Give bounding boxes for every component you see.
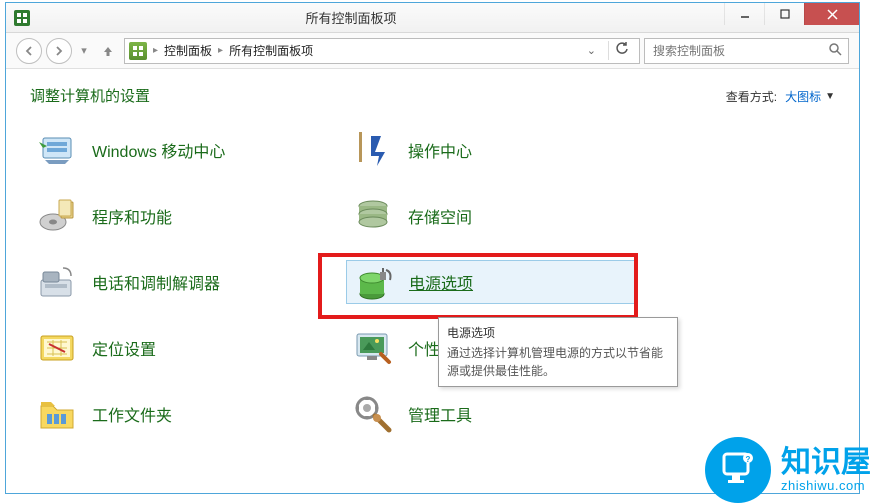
admin-tools-icon [352, 393, 394, 435]
window-buttons [724, 3, 859, 32]
page-heading: 调整计算机的设置 [30, 85, 150, 106]
history-dropdown[interactable]: ▾ [76, 44, 92, 57]
address-dropdown[interactable]: ⌄ [581, 44, 602, 57]
watermark: ? 知识屋 zhishiwu.com [705, 437, 871, 503]
svg-text:?: ? [746, 455, 751, 464]
search-icon[interactable] [828, 42, 842, 59]
content-area: 调整计算机的设置 查看方式: 大图标 ▼ Windows 移动中心 [6, 69, 859, 493]
personalization-icon [352, 327, 394, 369]
item-label: 程序和功能 [92, 204, 172, 228]
item-work-folders[interactable]: 工作文件夹 [30, 392, 320, 436]
view-by-value[interactable]: 大图标 ▼ [785, 88, 835, 105]
item-power-options[interactable]: 电源选项 [346, 260, 636, 304]
titlebar: 所有控制面板项 [6, 3, 859, 33]
work-folders-icon [36, 393, 78, 435]
chevron-right-icon: ▸ [153, 45, 158, 56]
item-label: Windows 移动中心 [92, 138, 225, 162]
location-icon [36, 327, 78, 369]
items-grid: Windows 移动中心 操作中心 程序和功能 存储空间 [30, 128, 835, 436]
item-label: 管理工具 [408, 402, 472, 426]
navbar: ▾ ▸ 控制面板 ▸ 所有控制面板项 ⌄ [6, 33, 859, 69]
item-action-center[interactable]: 操作中心 [346, 128, 636, 172]
maximize-button[interactable] [764, 3, 804, 25]
item-programs-and-features[interactable]: 程序和功能 [30, 194, 320, 238]
item-windows-mobility-center[interactable]: Windows 移动中心 [30, 128, 320, 172]
programs-icon [36, 195, 78, 237]
watermark-en: zhishiwu.com [781, 479, 871, 493]
view-by-label: 查看方式: [726, 88, 777, 105]
chevron-down-icon: ▼ [825, 91, 835, 102]
item-storage-spaces[interactable]: 存储空间 [346, 194, 636, 238]
view-by-text: 大图标 [785, 88, 821, 105]
phone-modem-icon [36, 261, 78, 303]
address-bar[interactable]: ▸ 控制面板 ▸ 所有控制面板项 ⌄ [124, 38, 640, 64]
close-button[interactable] [804, 3, 859, 25]
view-by: 查看方式: 大图标 ▼ [726, 88, 835, 105]
power-options-icon [353, 261, 395, 303]
minimize-button[interactable] [724, 3, 764, 25]
item-administrative-tools[interactable]: 管理工具 [346, 392, 636, 436]
forward-button[interactable] [46, 38, 72, 64]
item-phone-and-modem[interactable]: 电话和调制解调器 [30, 260, 320, 304]
storage-icon [352, 195, 394, 237]
control-panel-window: 所有控制面板项 ▾ ▸ 控制面板 [5, 2, 860, 494]
window-title: 所有控制面板项 [0, 8, 724, 27]
item-label: 定位设置 [92, 336, 156, 360]
item-label: 存储空间 [408, 204, 472, 228]
mobility-center-icon [36, 129, 78, 171]
tooltip-body: 通过选择计算机管理电源的方式以节省能源或提供最佳性能。 [447, 344, 669, 380]
watermark-icon: ? [705, 437, 771, 503]
item-label: 操作中心 [408, 138, 472, 162]
up-button[interactable] [96, 39, 120, 63]
breadcrumb-1[interactable]: 控制面板 [164, 42, 212, 59]
item-location-settings[interactable]: 定位设置 [30, 326, 320, 370]
refresh-button[interactable] [608, 41, 635, 60]
tooltip: 电源选项 通过选择计算机管理电源的方式以节省能源或提供最佳性能。 [438, 317, 678, 387]
watermark-cn: 知识屋 [781, 446, 871, 479]
search-box[interactable] [644, 38, 849, 64]
item-label: 工作文件夹 [92, 402, 172, 426]
breadcrumb-2[interactable]: 所有控制面板项 [229, 42, 313, 59]
search-input[interactable] [651, 43, 828, 59]
action-center-icon [352, 129, 394, 171]
item-label: 电源选项 [409, 270, 473, 294]
tooltip-title: 电源选项 [447, 324, 669, 342]
item-label: 电话和调制解调器 [92, 270, 220, 294]
chevron-right-icon: ▸ [218, 45, 223, 56]
address-icon [129, 42, 147, 60]
back-button[interactable] [16, 38, 42, 64]
